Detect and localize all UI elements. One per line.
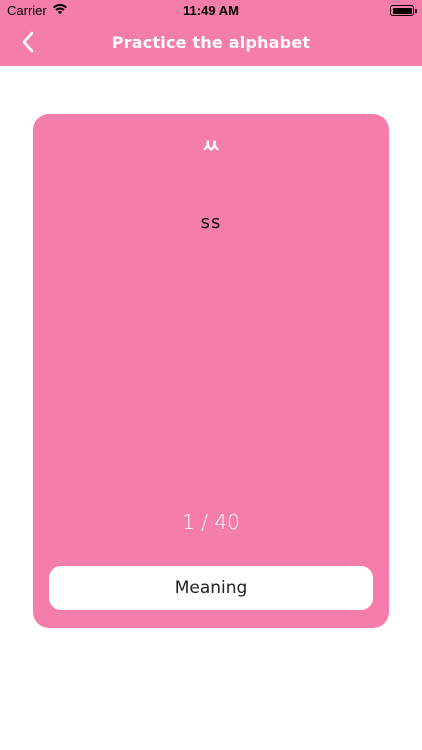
flashcard: ㅆ ss 1 / 40 Meaning (33, 114, 389, 628)
app-screen: Carrier 11:49 AM Practice the alphabet ㅆ… (0, 0, 422, 750)
status-time: 11:49 AM (183, 3, 239, 18)
status-bar: Carrier 11:49 AM (0, 0, 422, 22)
meaning-button-label: Meaning (174, 578, 248, 598)
romanization-text: ss (200, 212, 222, 233)
battery-icon (390, 5, 417, 16)
korean-letter: ㅆ (201, 134, 221, 158)
meaning-button[interactable]: Meaning (49, 566, 373, 610)
card-counter: 1 / 40 (182, 510, 240, 534)
top-bar: Carrier 11:49 AM Practice the alphabet (0, 0, 422, 66)
navigation-bar: Practice the alphabet (0, 22, 422, 66)
battery-level (392, 7, 412, 14)
page-title: Practice the alphabet (111, 33, 311, 52)
